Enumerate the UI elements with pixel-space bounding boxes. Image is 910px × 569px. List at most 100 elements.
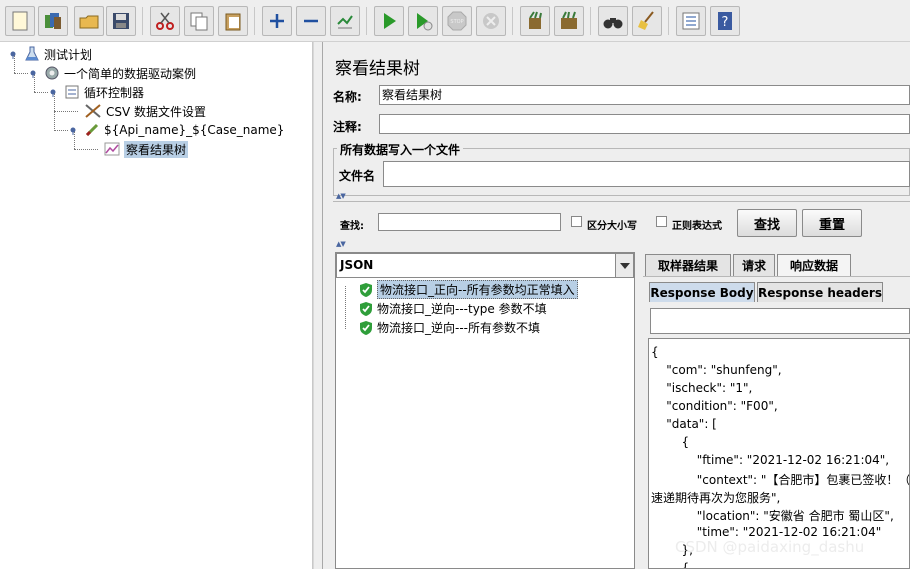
- name-field[interactable]: 察看结果树: [379, 85, 910, 105]
- tab-request[interactable]: 请求: [733, 254, 775, 276]
- result-item[interactable]: 物流接口_逆向---所有参数不填: [359, 319, 540, 336]
- split-arrows-icon[interactable]: ▲▼: [336, 241, 346, 248]
- result-item-label: 物流接口_逆向---type 参数不填: [377, 302, 547, 316]
- watermark: CSDN @paidaxing_dashu: [675, 538, 865, 556]
- toolbar-separator: [254, 7, 255, 35]
- response-line: {: [651, 561, 690, 569]
- tree-connector: [54, 130, 68, 131]
- filename-field[interactable]: [383, 161, 910, 187]
- result-item[interactable]: 物流接口_逆向---type 参数不填: [359, 300, 547, 317]
- response-line: "ftime": "2021-12-02 16:21:04",: [651, 453, 890, 467]
- response-line: {: [651, 435, 690, 449]
- http-sampler-icon: [85, 123, 99, 137]
- tree-item-http-sampler[interactable]: ${Api_name}_${Case_name}: [84, 121, 284, 139]
- thread-group-gear-icon: [45, 66, 59, 80]
- renderer-select[interactable]: JSON: [336, 253, 634, 278]
- help-icon[interactable]: ?: [710, 6, 740, 36]
- result-item-label: 物流接口_正向--所有参数均正常填入: [377, 280, 578, 299]
- search-label: 查找:: [340, 221, 364, 232]
- toolbar-separator: [142, 7, 143, 35]
- case-sensitive-checkbox[interactable]: [571, 216, 582, 227]
- comment-field[interactable]: [379, 114, 910, 134]
- response-line: "time": "2021-12-02 16:21:04": [651, 525, 882, 539]
- tree-item-loop-controller[interactable]: 循环控制器: [64, 83, 144, 101]
- separator: [333, 201, 910, 202]
- results-tree-panel: 察看结果树 名称: 察看结果树 注释: 所有数据写入一个文件 文件名 ▲▼ 查找…: [323, 42, 910, 569]
- response-line: "data": [: [651, 417, 717, 431]
- tree-connector: [54, 93, 55, 131]
- results-tree-icon: [104, 142, 120, 156]
- write-to-file-title: 所有数据写入一个文件: [337, 141, 464, 158]
- regex-checkbox[interactable]: [656, 216, 667, 227]
- name-label: 名称:: [333, 90, 362, 104]
- tab-response-body[interactable]: Response Body: [649, 282, 755, 302]
- clear-icon[interactable]: [520, 6, 550, 36]
- tree-collapse-toggle-icon[interactable]: [68, 125, 78, 135]
- tree-item-thread-group[interactable]: 一个简单的数据驱动案例: [44, 64, 196, 82]
- tree-item-label: ${Api_name}_${Case_name}: [104, 123, 285, 137]
- tree-connector: [74, 149, 98, 150]
- toolbar-separator: [590, 7, 591, 35]
- toggle-icon[interactable]: [330, 6, 360, 36]
- tree-item-label: 测试计划: [44, 47, 93, 62]
- search-binoculars-icon[interactable]: [598, 6, 628, 36]
- save-icon[interactable]: [106, 6, 136, 36]
- reset-button[interactable]: 重置: [802, 209, 862, 237]
- tab-response-headers[interactable]: Response headers: [757, 282, 883, 302]
- templates-icon[interactable]: [38, 6, 68, 36]
- success-shield-icon: [360, 320, 372, 335]
- response-line: "ischeck": "1",: [651, 381, 753, 395]
- svg-text:?: ?: [722, 15, 729, 30]
- toolbar-separator: [668, 7, 669, 35]
- tree-item-test-plan[interactable]: 测试计划: [24, 45, 92, 63]
- toolbar-separator: [366, 7, 367, 35]
- find-button[interactable]: 查找: [737, 209, 797, 237]
- comment-label: 注释:: [333, 120, 362, 134]
- shutdown-icon[interactable]: [476, 6, 506, 36]
- response-body-text[interactable]: { "com": "shunfeng", "ischeck": "1", "co…: [648, 338, 910, 569]
- open-icon[interactable]: [74, 6, 104, 36]
- response-line: "context": "【合肥市】包裹已签收！（凭取: [651, 473, 910, 487]
- search-input[interactable]: [378, 213, 561, 231]
- tree-item-label: 一个简单的数据驱动案例: [64, 66, 197, 81]
- response-line: "condition": "F00",: [651, 399, 778, 413]
- filename-label: 文件名: [339, 169, 376, 183]
- new-icon[interactable]: [5, 6, 35, 36]
- reset-search-broom-icon[interactable]: [632, 6, 662, 36]
- case-sensitive-label: 区分大小写: [587, 221, 637, 232]
- loop-controller-icon: [65, 85, 79, 99]
- tree-connector: [34, 92, 48, 93]
- stop-icon[interactable]: STOP: [442, 6, 472, 36]
- split-pane-divider[interactable]: [313, 42, 323, 569]
- function-helper-icon[interactable]: [676, 6, 706, 36]
- paste-icon[interactable]: [218, 6, 248, 36]
- response-line: {: [651, 345, 659, 359]
- tree-item-view-results-tree[interactable]: 察看结果树: [104, 140, 189, 158]
- chevron-down-icon[interactable]: [615, 254, 633, 277]
- panel-title: 察看结果树: [335, 59, 420, 79]
- expand-icon[interactable]: [262, 6, 292, 36]
- tree-item-csv-data-set[interactable]: CSV 数据文件设置: [84, 102, 206, 120]
- success-shield-icon: [360, 282, 372, 297]
- cut-icon[interactable]: [150, 6, 180, 36]
- start-no-pauses-icon[interactable]: [408, 6, 438, 36]
- tree-collapse-toggle-icon[interactable]: [8, 49, 18, 59]
- tree-collapse-toggle-icon[interactable]: [48, 87, 58, 97]
- tab-sampler-result[interactable]: 取样器结果: [645, 254, 731, 276]
- result-item-label: 物流接口_逆向---所有参数不填: [377, 321, 540, 335]
- split-arrows-icon[interactable]: ▲▼: [336, 193, 346, 200]
- copy-icon[interactable]: [184, 6, 214, 36]
- tab-underline: [643, 276, 910, 277]
- tree-item-label: 察看结果树: [124, 140, 189, 158]
- start-icon[interactable]: [374, 6, 404, 36]
- tree-collapse-toggle-icon[interactable]: [28, 68, 38, 78]
- clear-all-icon[interactable]: [554, 6, 584, 36]
- success-shield-icon: [360, 301, 372, 316]
- tree-item-label: CSV 数据文件设置: [106, 104, 207, 119]
- tab-response-data[interactable]: 响应数据: [777, 254, 851, 276]
- response-search-input[interactable]: [650, 308, 910, 334]
- csv-tools-icon: [85, 104, 101, 118]
- result-item[interactable]: 物流接口_正向--所有参数均正常填入: [359, 280, 578, 299]
- response-line: "location": "安徽省 合肥市 蜀山区",: [651, 509, 894, 523]
- collapse-icon[interactable]: [296, 6, 326, 36]
